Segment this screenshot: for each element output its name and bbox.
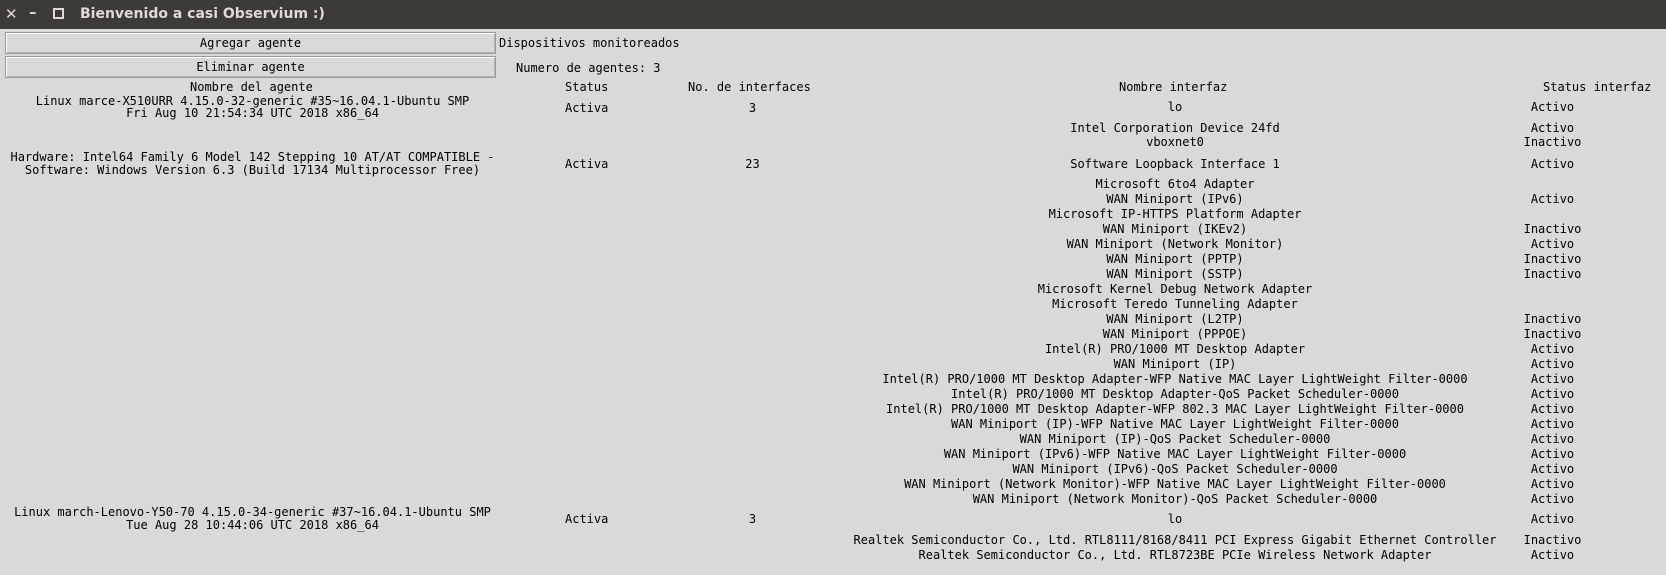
agent-interface-count: 23 xyxy=(745,157,760,171)
interface-name: vboxnet0 xyxy=(1146,135,1204,149)
interface-name: WAN Miniport (IP)-WFP Native MAC Layer L… xyxy=(951,417,1399,431)
agent-status: Activa xyxy=(565,157,609,171)
interface-status: Activo xyxy=(1530,372,1575,386)
title-bar: ✕ – Bienvenido a casi Observium :) xyxy=(0,0,1666,29)
interface-name: Intel Corporation Device 24fd xyxy=(1070,121,1280,135)
interface-name: Software Loopback Interface 1 xyxy=(1070,157,1280,171)
interface-status: Activo xyxy=(1530,387,1575,401)
interface-status: Activo xyxy=(1530,477,1575,491)
interface-status: Activo xyxy=(1530,121,1575,135)
agent-status: Activa xyxy=(565,101,609,115)
interface-name: WAN Miniport (IPv6) xyxy=(1106,192,1244,206)
interface-name: Intel(R) PRO/1000 MT Desktop Adapter xyxy=(1044,342,1306,356)
maximize-icon[interactable] xyxy=(53,5,64,23)
interface-name: Realtek Semiconductor Co., Ltd. RTL8723B… xyxy=(918,548,1432,562)
interface-status: Activo xyxy=(1530,447,1575,461)
agent-interface-count: 3 xyxy=(748,101,757,115)
interface-name: WAN Miniport (IP) xyxy=(1113,357,1237,371)
interface-name: WAN Miniport (PPPOE) xyxy=(1102,327,1248,341)
interface-status: Inactivo xyxy=(1523,135,1582,149)
agent-count-label: Numero de agentes: 3 xyxy=(516,61,661,75)
interface-name: WAN Miniport (Network Monitor)-WFP Nativ… xyxy=(904,477,1446,491)
interface-status: Activo xyxy=(1530,342,1575,356)
interface-name: Intel(R) PRO/1000 MT Desktop Adapter-WFP… xyxy=(886,402,1464,416)
interface-name: Microsoft 6to4 Adapter xyxy=(1095,177,1255,191)
interface-name: WAN Miniport (L2TP) xyxy=(1106,312,1244,326)
header-interface-name: Nombre interfaz xyxy=(1119,80,1228,94)
interface-status: Activo xyxy=(1530,192,1575,206)
interface-name: WAN Miniport (IPv6)-QoS Packet Scheduler… xyxy=(1012,462,1338,476)
interface-name: Microsoft Teredo Tunneling Adapter xyxy=(1052,297,1298,311)
interface-name: WAN Miniport (IPv6)-WFP Native MAC Layer… xyxy=(943,447,1407,461)
agent-interface-count: 3 xyxy=(748,512,757,526)
interface-status: Inactivo xyxy=(1523,252,1582,266)
close-icon[interactable]: ✕ xyxy=(5,5,18,23)
interface-status: Activo xyxy=(1530,357,1575,371)
interface-name: Microsoft IP-HTTPS Platform Adapter xyxy=(1048,207,1302,221)
interface-status: Inactivo xyxy=(1523,327,1582,341)
minimize-icon[interactable]: – xyxy=(29,3,37,21)
header-interface-count: No. de interfaces xyxy=(688,80,811,94)
header-interface-status: Status interfaz xyxy=(1543,80,1652,94)
interface-name: lo xyxy=(1167,100,1183,114)
interface-status: Activo xyxy=(1530,548,1575,562)
interface-name: WAN Miniport (PPTP) xyxy=(1106,252,1244,266)
agent-name-line2: Tue Aug 28 10:44:06 UTC 2018 x86_64 xyxy=(126,518,379,532)
interface-status: Activo xyxy=(1530,237,1575,251)
agent-name-line2: Software: Windows Version 6.3 (Build 171… xyxy=(24,163,481,177)
interface-status: Activo xyxy=(1530,492,1575,506)
interface-status: Inactivo xyxy=(1523,312,1582,326)
header-agent-name: Nombre del agente xyxy=(190,80,313,94)
remove-agent-button[interactable]: Eliminar agente xyxy=(5,56,496,78)
interface-status: Activo xyxy=(1530,462,1575,476)
interface-name: WAN Miniport (Network Monitor)-QoS Packe… xyxy=(972,492,1378,506)
interface-status: Activo xyxy=(1530,402,1575,416)
devices-label: Dispositivos monitoreados xyxy=(499,36,680,50)
interface-name: WAN Miniport (SSTP) xyxy=(1106,267,1244,281)
interface-name: Microsoft Kernel Debug Network Adapter xyxy=(1037,282,1313,296)
interface-name: Realtek Semiconductor Co., Ltd. RTL8111/… xyxy=(853,533,1497,547)
interface-name: Intel(R) PRO/1000 MT Desktop Adapter-QoS… xyxy=(951,387,1399,401)
interface-status: Activo xyxy=(1530,100,1575,114)
agent-name-line2: Fri Aug 10 21:54:34 UTC 2018 x86_64 xyxy=(126,106,379,120)
interface-name: WAN Miniport (IP)-QoS Packet Scheduler-0… xyxy=(1019,432,1331,446)
window-title: Bienvenido a casi Observium :) xyxy=(80,6,325,22)
interface-status: Activo xyxy=(1530,512,1575,526)
interface-status: Activo xyxy=(1530,417,1575,431)
interface-name: WAN Miniport (IKEv2) xyxy=(1102,222,1248,236)
interface-status: Activo xyxy=(1530,157,1575,171)
interface-status: Inactivo xyxy=(1523,267,1582,281)
interface-status: Inactivo xyxy=(1523,533,1582,547)
interface-status: Activo xyxy=(1530,432,1575,446)
agent-status: Activa xyxy=(565,512,609,526)
header-status: Status xyxy=(565,80,609,94)
interface-name: WAN Miniport (Network Monitor) xyxy=(1066,237,1284,251)
interface-status: Inactivo xyxy=(1523,222,1582,236)
interface-name: lo xyxy=(1167,512,1183,526)
add-agent-button[interactable]: Agregar agente xyxy=(5,32,496,54)
interface-name: Intel(R) PRO/1000 MT Desktop Adapter-WFP… xyxy=(882,372,1468,386)
